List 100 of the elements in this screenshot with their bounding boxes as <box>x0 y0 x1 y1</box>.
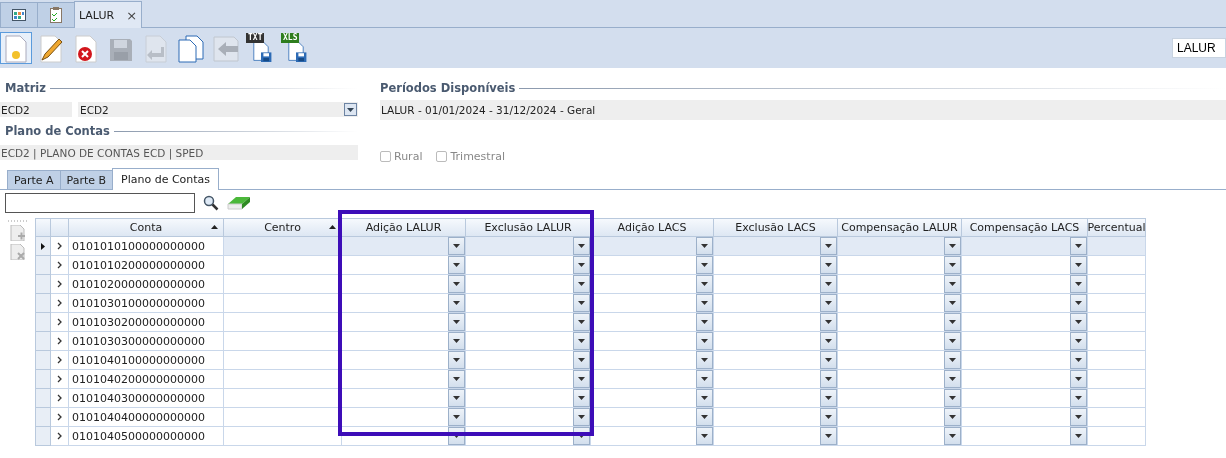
dropdown-cell[interactable] <box>466 427 591 446</box>
new-button[interactable] <box>0 32 32 64</box>
dropdown-button[interactable] <box>448 237 465 255</box>
dropdown-button[interactable] <box>448 332 465 350</box>
dropdown-cell[interactable] <box>714 351 838 370</box>
dropdown-button[interactable] <box>448 294 465 312</box>
dropdown-button[interactable] <box>696 370 713 388</box>
dropdown-button[interactable] <box>944 275 961 293</box>
dropdown-cell[interactable] <box>714 294 838 313</box>
column-header[interactable]: Adição LACS <box>591 218 714 237</box>
dropdown-button[interactable] <box>944 427 961 445</box>
dropdown-button[interactable] <box>944 370 961 388</box>
column-header[interactable]: Compensação LACS <box>962 218 1088 237</box>
matriz-dropdown[interactable]: ECD2 <box>78 102 358 117</box>
dropdown-cell[interactable] <box>466 256 591 275</box>
dropdown-cell[interactable] <box>838 275 962 294</box>
dropdown-cell[interactable] <box>591 313 714 332</box>
dropdown-cell[interactable] <box>591 256 714 275</box>
column-header[interactable]: Exclusão LACS <box>714 218 838 237</box>
dropdown-button[interactable] <box>573 237 590 255</box>
dropdown-cell[interactable] <box>466 389 591 408</box>
copy-button[interactable] <box>175 32 207 64</box>
dropdown-button[interactable] <box>696 237 713 255</box>
row-indicator-cell[interactable] <box>36 332 51 351</box>
dropdown-cell[interactable] <box>962 237 1088 256</box>
dropdown-cell[interactable] <box>591 370 714 389</box>
dropdown-cell[interactable] <box>466 313 591 332</box>
dropdown-button[interactable] <box>573 294 590 312</box>
dropdown-button[interactable] <box>820 237 837 255</box>
dropdown-button[interactable] <box>944 332 961 350</box>
save-file-button[interactable]: XLS <box>280 32 312 64</box>
module-field[interactable]: LALUR <box>1172 38 1226 58</box>
dropdown-button[interactable] <box>820 427 837 445</box>
dropdown-button[interactable] <box>820 256 837 274</box>
expand-icon[interactable] <box>57 432 62 440</box>
row-indicator-cell[interactable] <box>36 408 51 427</box>
dropdown-button[interactable] <box>1070 275 1087 293</box>
eraser-icon[interactable] <box>227 196 251 210</box>
dropdown-cell[interactable] <box>342 351 466 370</box>
document-tab[interactable]: LALUR × <box>74 1 142 28</box>
dropdown-button[interactable] <box>573 351 590 369</box>
expand-icon[interactable] <box>57 242 62 250</box>
dropdown-button[interactable] <box>944 389 961 407</box>
expand-icon[interactable] <box>57 261 62 269</box>
dropdown-button[interactable] <box>573 408 590 426</box>
dropdown-cell[interactable] <box>591 237 714 256</box>
dropdown-button[interactable] <box>696 275 713 293</box>
clipboard-tab[interactable] <box>37 2 75 27</box>
dropdown-cell[interactable] <box>466 332 591 351</box>
dropdown-button[interactable] <box>448 256 465 274</box>
dropdown-button[interactable] <box>573 275 590 293</box>
dropdown-cell[interactable] <box>714 237 838 256</box>
dropdown-button[interactable] <box>696 256 713 274</box>
dropdown-cell[interactable] <box>962 332 1088 351</box>
expand-icon[interactable] <box>57 280 62 288</box>
dropdown-cell[interactable] <box>342 313 466 332</box>
tab[interactable]: Parte B <box>59 170 114 189</box>
dropdown-cell[interactable] <box>342 427 466 446</box>
dropdown-button[interactable] <box>1070 389 1087 407</box>
expand-icon[interactable] <box>57 394 62 402</box>
column-header[interactable]: Exclusão LALUR <box>466 218 591 237</box>
dropdown-button[interactable] <box>573 256 590 274</box>
dropdown-cell[interactable] <box>838 332 962 351</box>
row-indicator-cell[interactable] <box>36 275 51 294</box>
dropdown-button[interactable] <box>1070 427 1087 445</box>
row-indicator-cell[interactable] <box>36 256 51 275</box>
dropdown-cell[interactable] <box>962 408 1088 427</box>
dropdown-cell[interactable] <box>591 294 714 313</box>
column-header[interactable]: Conta <box>69 218 224 237</box>
dropdown-button[interactable] <box>820 351 837 369</box>
dropdown-cell[interactable] <box>838 294 962 313</box>
expand-icon[interactable] <box>57 299 62 307</box>
dropdown-cell[interactable] <box>342 370 466 389</box>
column-header[interactable]: Percentual <box>1088 218 1146 237</box>
dropdown-cell[interactable] <box>591 408 714 427</box>
dropdown-button[interactable] <box>448 351 465 369</box>
dropdown-button[interactable] <box>448 275 465 293</box>
dropdown-cell[interactable] <box>466 370 591 389</box>
dropdown-button[interactable] <box>1070 408 1087 426</box>
dropdown-cell[interactable] <box>591 351 714 370</box>
dropdown-cell[interactable] <box>838 237 962 256</box>
dropdown-cell[interactable] <box>838 256 962 275</box>
dropdown-cell[interactable] <box>838 389 962 408</box>
dropdown-cell[interactable] <box>714 313 838 332</box>
dropdown-button[interactable] <box>1070 313 1087 331</box>
dropdown-cell[interactable] <box>714 370 838 389</box>
dropdown-cell[interactable] <box>962 256 1088 275</box>
dropdown-cell[interactable] <box>342 389 466 408</box>
tab[interactable]: Plano de Contas <box>112 168 220 190</box>
dropdown-button[interactable] <box>1070 237 1087 255</box>
dropdown-button[interactable] <box>944 256 961 274</box>
dropdown-button[interactable] <box>573 389 590 407</box>
dropdown-button[interactable] <box>1070 294 1087 312</box>
dropdown-cell[interactable] <box>962 370 1088 389</box>
dropdown-button[interactable] <box>696 389 713 407</box>
dropdown-button[interactable] <box>944 313 961 331</box>
dropdown-button[interactable] <box>820 294 837 312</box>
dropdown-cell[interactable] <box>838 408 962 427</box>
period-item[interactable]: LALUR - 01/01/2024 - 31/12/2024 - Geral <box>380 100 1226 120</box>
dropdown-button[interactable] <box>448 389 465 407</box>
